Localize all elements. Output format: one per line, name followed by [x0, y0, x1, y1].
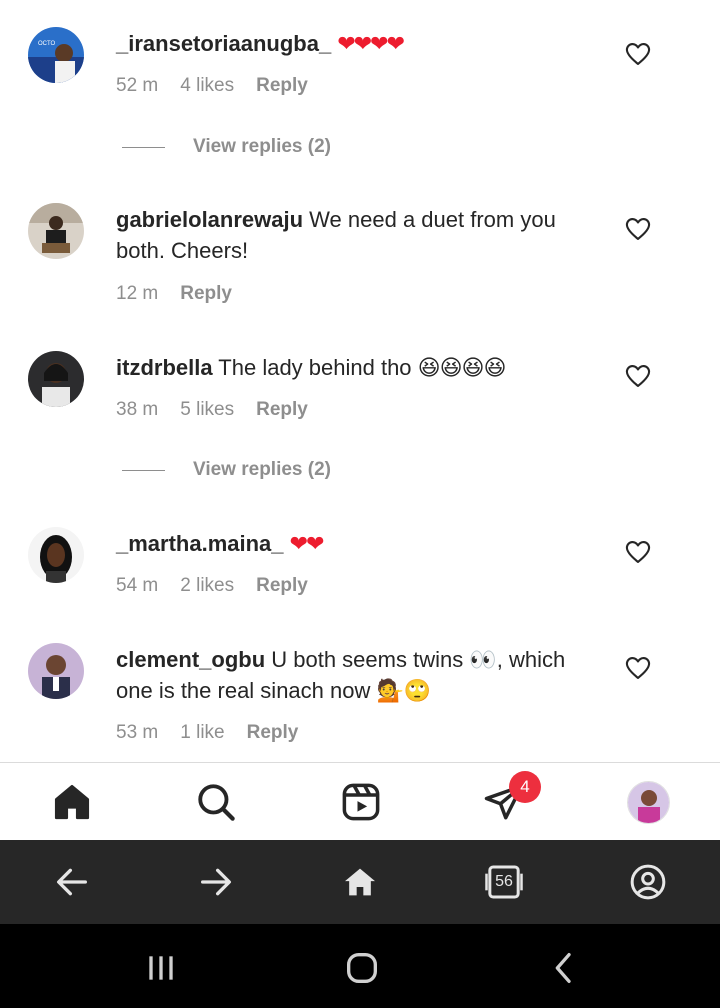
avatar[interactable]: [28, 643, 84, 699]
back-chevron-icon[interactable]: [544, 948, 584, 988]
comment-username[interactable]: clement_ogbu: [116, 647, 265, 672]
comment-meta: 38 m 5 likes Reply: [116, 399, 308, 421]
comment-likes[interactable]: 5 likes: [180, 399, 234, 421]
reply-button[interactable]: Reply: [247, 722, 299, 744]
heart-outline-icon[interactable]: [624, 362, 652, 390]
view-replies-label: View replies (2): [193, 459, 331, 480]
comment-likes[interactable]: 2 likes: [180, 575, 234, 597]
bottom-tab-bar: [0, 763, 720, 839]
heart-outline-icon[interactable]: [624, 215, 652, 243]
divider-line: [122, 469, 165, 471]
comment-username[interactable]: _martha.maina_: [116, 531, 284, 556]
comment-body: gabrielolanrewaju We need a duet from yo…: [116, 204, 606, 266]
comment-body: _iransetoriaanugba_ ❤❤❤❤: [116, 28, 606, 60]
avatar[interactable]: [28, 203, 84, 259]
view-replies-button[interactable]: View replies (2): [122, 459, 331, 481]
comment-time: 12 m: [116, 283, 159, 304]
svg-text:OCTO: OCTO: [38, 41, 56, 47]
divider-line: [122, 146, 165, 148]
recent-apps-icon[interactable]: [141, 948, 181, 988]
reels-icon[interactable]: [340, 781, 382, 823]
back-arrow-icon[interactable]: [52, 862, 92, 902]
heart-outline-icon[interactable]: [624, 40, 652, 68]
view-replies-button[interactable]: View replies (2): [122, 136, 331, 158]
comment-meta: 54 m 2 likes Reply: [116, 575, 308, 597]
comment-text: The lady behind tho: [212, 355, 418, 380]
avatar[interactable]: [28, 351, 84, 407]
comment-username[interactable]: gabrielolanrewaju: [116, 207, 303, 232]
notification-badge: 4: [509, 771, 541, 803]
home-icon[interactable]: [51, 781, 93, 823]
tab-count: 56: [495, 873, 513, 890]
comment-body: _martha.maina_ ❤❤: [116, 528, 606, 560]
comment-time: 54 m: [116, 575, 159, 596]
forward-arrow-icon[interactable]: [196, 862, 236, 902]
comment-likes[interactable]: 1 like: [180, 722, 224, 744]
comments-list: OCTO _iransetoriaanugba_ ❤❤❤❤ 52 m 4 lik…: [0, 0, 720, 762]
comment-body: itzdrbella The lady behind tho 😆😆😆😆: [116, 352, 606, 384]
avatar[interactable]: [28, 527, 84, 583]
reply-button[interactable]: Reply: [256, 75, 308, 97]
reply-button[interactable]: Reply: [256, 575, 308, 597]
account-icon[interactable]: [628, 862, 668, 902]
comment-meta: 12 m Reply: [116, 283, 232, 305]
search-icon[interactable]: [195, 781, 237, 823]
reply-button[interactable]: Reply: [180, 283, 232, 305]
profile-avatar[interactable]: [627, 781, 670, 824]
heart-emoji: ❤❤: [289, 532, 325, 557]
comment-body: clement_ogbu U both seems twins 👀, which…: [116, 644, 606, 706]
heart-emoji: ❤❤❤❤: [337, 32, 405, 57]
comment-meta: 53 m 1 like Reply: [116, 722, 298, 744]
comment-likes[interactable]: 4 likes: [180, 75, 234, 97]
comment-meta: 52 m 4 likes Reply: [116, 75, 308, 97]
comment-username[interactable]: itzdrbella: [116, 355, 213, 380]
comment-username[interactable]: _iransetoriaanugba_: [116, 31, 331, 56]
system-navigation-bar: [0, 924, 720, 1008]
comment-time: 53 m: [116, 722, 159, 743]
comment-time: 38 m: [116, 399, 159, 420]
home-circle-icon[interactable]: [342, 948, 382, 988]
laughing-emoji: 😆😆😆😆: [417, 356, 507, 381]
home-icon[interactable]: [340, 862, 380, 902]
avatar[interactable]: OCTO: [28, 27, 84, 83]
heart-outline-icon[interactable]: [624, 654, 652, 682]
comment-time: 52 m: [116, 75, 159, 96]
reply-button[interactable]: Reply: [256, 399, 308, 421]
browser-toolbar: [0, 840, 720, 924]
heart-outline-icon[interactable]: [624, 538, 652, 566]
view-replies-label: View replies (2): [193, 136, 331, 157]
